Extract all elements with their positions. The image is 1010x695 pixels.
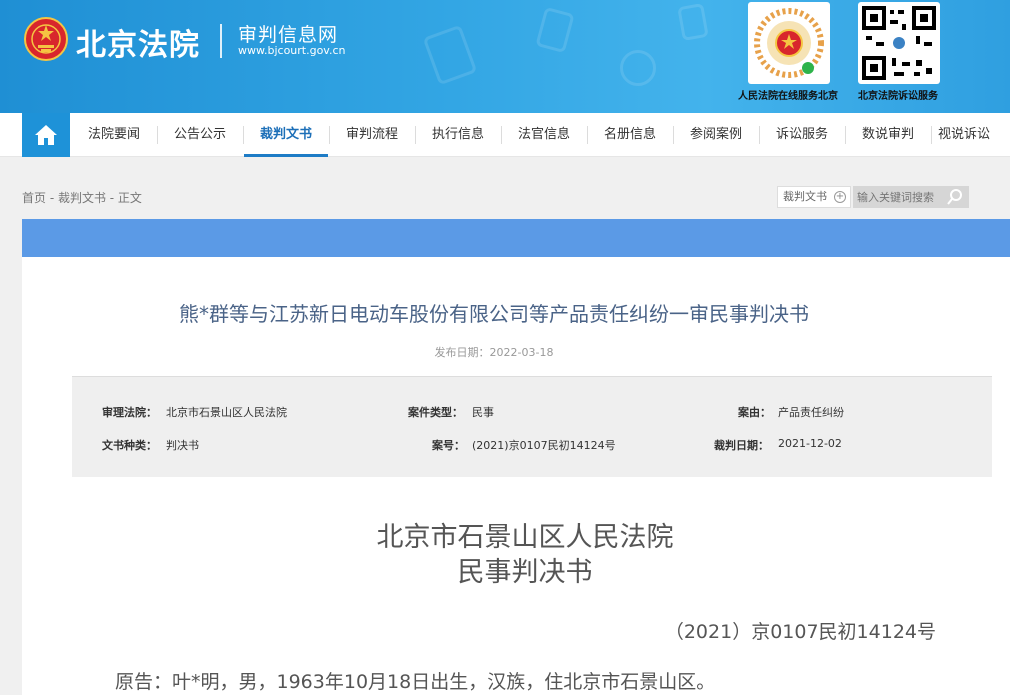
- court-service-qr-icon: [748, 2, 830, 84]
- site-url: www.bjcourt.gov.cn: [238, 44, 346, 57]
- site-logo-subtitle[interactable]: 审判信息网: [238, 20, 338, 47]
- nav-separator: [329, 126, 330, 144]
- judgment-date-label: 裁判日期：: [714, 439, 769, 452]
- litigation-service-qr-icon: [858, 2, 940, 84]
- publish-date: 发布日期：2022-03-18: [0, 344, 988, 360]
- body-document-type: 民事判决书: [457, 557, 593, 588]
- nav-separator: [845, 126, 846, 144]
- header-decoration: [620, 50, 656, 86]
- document-title: 熊*群等与江苏新日电动车股份有限公司等产品责任纠纷一审民事判决书: [179, 302, 809, 326]
- case-type-value: 民事: [472, 406, 494, 419]
- publish-date-value: 2022-03-18: [489, 346, 554, 359]
- nav-separator: [759, 126, 760, 144]
- nav-separator: [415, 126, 416, 144]
- body-plaintiff-paragraph: 原告：叶*明，男，1963年10月18日出生，汉族，住北京市石景山区。: [115, 671, 716, 693]
- main-nav: 法院要闻 公告公示 裁判文书 审判流程 执行信息 法官信息 名册信息 参阅案例 …: [0, 113, 1010, 157]
- nav-item-judges[interactable]: 法官信息: [504, 113, 584, 157]
- nav-separator: [501, 126, 502, 144]
- nav-item-judgments[interactable]: 裁判文书: [244, 113, 328, 157]
- content-header-bar: [22, 219, 1010, 257]
- nav-item-execution[interactable]: 执行信息: [418, 113, 498, 157]
- search-category-select[interactable]: 裁判文书 +: [777, 186, 851, 208]
- nav-separator: [587, 126, 588, 144]
- header-decoration: [535, 6, 575, 54]
- qr-caption: 北京法院诉讼服务: [858, 91, 938, 102]
- doc-type-value: 判决书: [166, 439, 199, 452]
- nav-item-news[interactable]: 法院要闻: [74, 113, 154, 157]
- logo-divider: [220, 24, 222, 58]
- qr-caption: 人民法院在线服务北京: [738, 91, 838, 102]
- body-case-number: （2021）京0107民初14124号: [664, 621, 936, 643]
- nav-separator: [673, 126, 674, 144]
- nav-item-announcements[interactable]: 公告公示: [160, 113, 240, 157]
- case-type-label: 案件类型：: [408, 406, 463, 419]
- nav-item-trial-process[interactable]: 审判流程: [332, 113, 412, 157]
- nav-separator: [157, 126, 158, 144]
- case-no-value: (2021)京0107民初14124号: [472, 439, 616, 452]
- publish-date-label: 发布日期：: [434, 346, 490, 359]
- body-court-name: 北京市石景山区人民法院: [376, 522, 674, 553]
- home-icon: [35, 125, 57, 145]
- nav-item-reference-cases[interactable]: 参阅案例: [676, 113, 756, 157]
- plus-circle-icon: +: [834, 191, 846, 203]
- court-emblem-icon[interactable]: [24, 15, 68, 63]
- site-header: 北京法院 审判信息网 www.bjcourt.gov.cn 人民法院在线服务北京: [0, 0, 1010, 113]
- search-category-label: 裁判文书: [783, 190, 827, 203]
- site-logo-title[interactable]: 北京法院: [76, 20, 200, 64]
- nav-separator: [931, 126, 932, 144]
- court-value: 北京市石景山区人民法院: [166, 406, 287, 419]
- header-decoration: [677, 3, 709, 41]
- case-info-box: 审理法院： 北京市石景山区人民法院 案件类型： 民事 案由： 产品责任纠纷 文书…: [72, 376, 992, 477]
- search-icon[interactable]: [946, 188, 964, 206]
- nav-home-button[interactable]: [22, 113, 70, 157]
- judgment-date-value: 2021-12-02: [778, 437, 842, 450]
- case-no-label: 案号：: [432, 439, 465, 452]
- nav-item-litigation-services[interactable]: 诉讼服务: [762, 113, 842, 157]
- header-decoration: [422, 24, 478, 86]
- cause-value: 产品责任纠纷: [778, 406, 844, 419]
- cause-label: 案由：: [738, 406, 771, 419]
- nav-item-rosters[interactable]: 名册信息: [590, 113, 670, 157]
- nav-item-video-litigation[interactable]: 视说诉讼: [938, 113, 1010, 157]
- breadcrumb[interactable]: 首页 - 裁判文书 - 正文: [22, 189, 142, 206]
- nav-item-data-trials[interactable]: 数说审判: [848, 113, 928, 157]
- court-label: 审理法院：: [102, 406, 157, 419]
- doc-type-label: 文书种类：: [102, 439, 157, 452]
